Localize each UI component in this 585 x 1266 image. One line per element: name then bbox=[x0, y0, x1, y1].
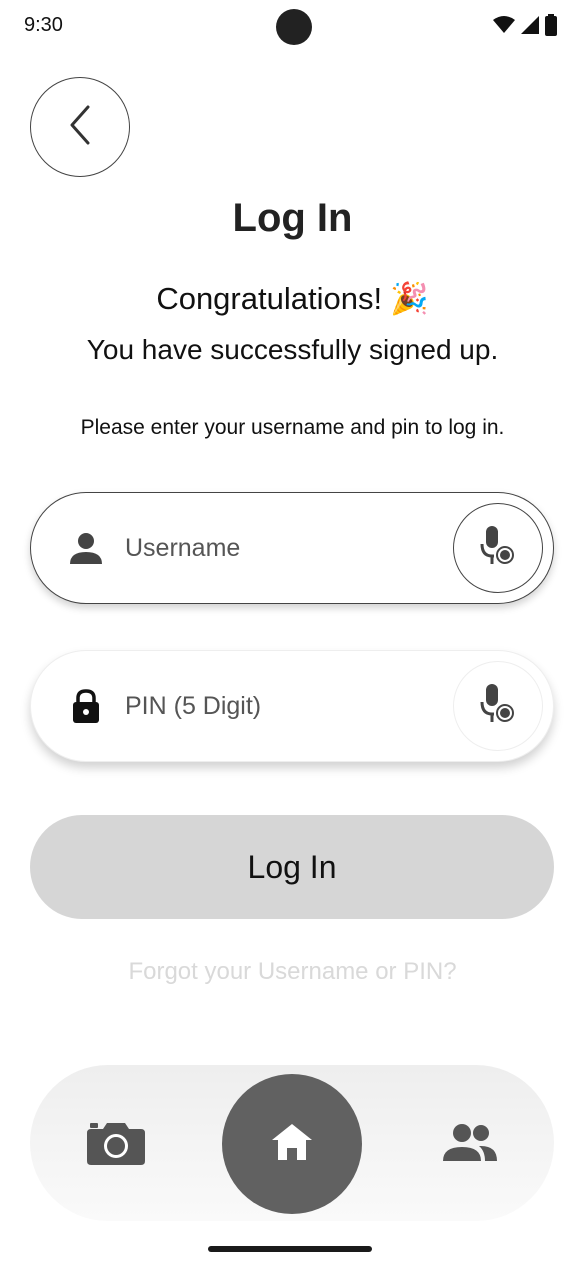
nav-camera-button[interactable] bbox=[86, 1120, 146, 1170]
status-icons bbox=[493, 14, 557, 41]
chevron-left-icon bbox=[68, 105, 92, 150]
person-icon bbox=[61, 523, 111, 573]
nav-people-button[interactable] bbox=[440, 1120, 500, 1170]
wifi-icon bbox=[493, 16, 515, 39]
nav-home-button[interactable] bbox=[222, 1074, 362, 1214]
page-title: Log In bbox=[232, 196, 353, 240]
signup-success-text: You have successfully signed up. bbox=[86, 334, 499, 365]
congrats-text: Congratulations! bbox=[156, 280, 383, 316]
people-icon bbox=[441, 1123, 499, 1168]
microphone-record-icon bbox=[480, 683, 516, 729]
forgot-credentials-link[interactable]: Forgot your Username or PIN? bbox=[0, 958, 585, 986]
lock-icon bbox=[61, 681, 111, 731]
pin-voice-button[interactable] bbox=[453, 661, 543, 751]
back-button[interactable] bbox=[30, 77, 130, 177]
camera-cutout bbox=[276, 9, 312, 45]
pin-field[interactable] bbox=[30, 650, 554, 762]
party-popper-icon: 🎉 bbox=[390, 281, 429, 316]
congrats-heading: Congratulations! 🎉 bbox=[0, 280, 585, 317]
cellular-signal-icon bbox=[521, 16, 539, 39]
pin-input[interactable] bbox=[123, 675, 453, 737]
home-indicator bbox=[208, 1246, 372, 1252]
home-icon bbox=[270, 1122, 314, 1167]
login-instructions: Please enter your username and pin to lo… bbox=[80, 416, 505, 439]
username-input[interactable] bbox=[123, 517, 453, 579]
status-time: 9:30 bbox=[24, 14, 63, 36]
microphone-record-icon bbox=[480, 525, 516, 571]
camera-icon bbox=[87, 1121, 145, 1170]
battery-icon bbox=[545, 14, 557, 41]
username-voice-button[interactable] bbox=[453, 503, 543, 593]
username-field[interactable] bbox=[30, 492, 554, 604]
login-button[interactable]: Log In bbox=[30, 815, 554, 919]
